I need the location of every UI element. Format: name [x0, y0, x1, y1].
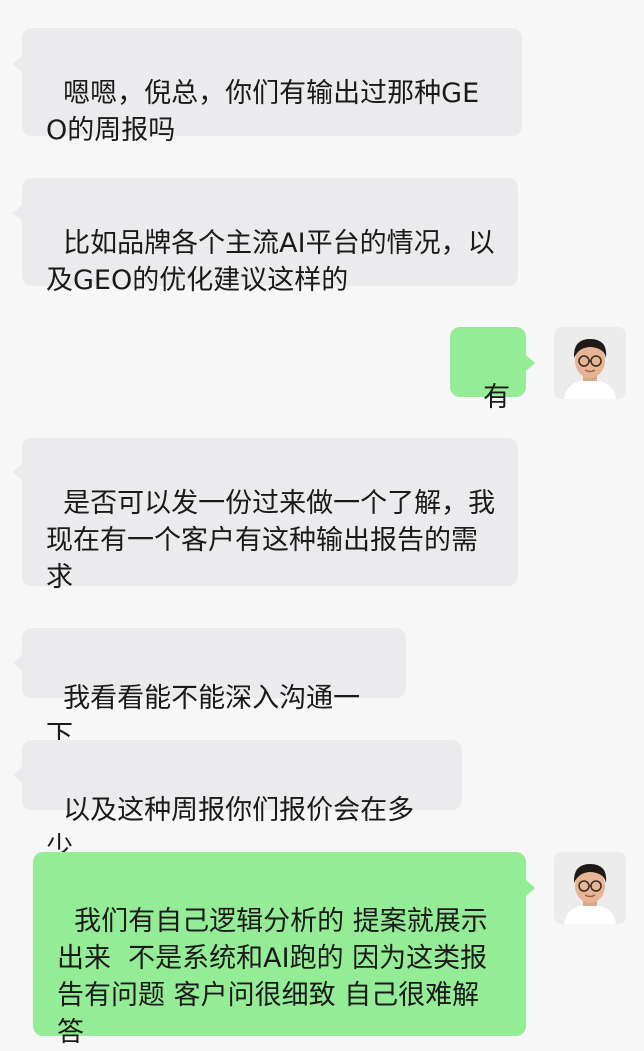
avatar-image	[554, 852, 626, 924]
bubble-tail-incoming	[13, 767, 22, 783]
message-outgoing-1[interactable]: 有	[450, 327, 526, 413]
bubble-tail-incoming	[13, 655, 22, 671]
message-text: 有	[483, 382, 511, 413]
user-avatar-icon[interactable]	[554, 852, 626, 924]
avatar-image	[554, 327, 626, 399]
bubble-tail-incoming	[13, 205, 22, 221]
message-text: 是否可以发一份过来做一个了解，我现在有一个客户有这种输出报告的需求	[46, 488, 496, 593]
message-incoming-3[interactable]: 是否可以发一份过来做一个了解，我现在有一个客户有这种输出报告的需求	[22, 438, 518, 593]
message-outgoing-2[interactable]: 我们有自己逻辑分析的 提案就展示出来 不是系统和AI跑的 因为这类报告有问题 客…	[33, 852, 526, 1048]
message-text: 嗯嗯，倪总，你们有输出过那种GEO的周报吗	[46, 78, 480, 146]
user-avatar-icon[interactable]	[554, 327, 626, 399]
message-incoming-1[interactable]: 嗯嗯，倪总，你们有输出过那种GEO的周报吗	[22, 28, 522, 146]
message-incoming-2[interactable]: 比如品牌各个主流AI平台的情况，以及GEO的优化建议这样的	[22, 178, 518, 296]
bubble-tail-incoming	[13, 464, 22, 480]
bubble-tail-outgoing	[526, 880, 535, 896]
bubble-tail-outgoing	[526, 355, 535, 371]
message-text: 我们有自己逻辑分析的 提案就展示出来 不是系统和AI跑的 因为这类报告有问题 客…	[57, 906, 488, 1048]
bubble-tail-incoming	[13, 56, 22, 72]
message-incoming-5[interactable]: 以及这种周报你们报价会在多少	[22, 740, 462, 863]
message-text: 比如品牌各个主流AI平台的情况，以及GEO的优化建议这样的	[46, 228, 495, 296]
message-incoming-4[interactable]: 我看看能不能深入沟通一下	[22, 628, 406, 751]
